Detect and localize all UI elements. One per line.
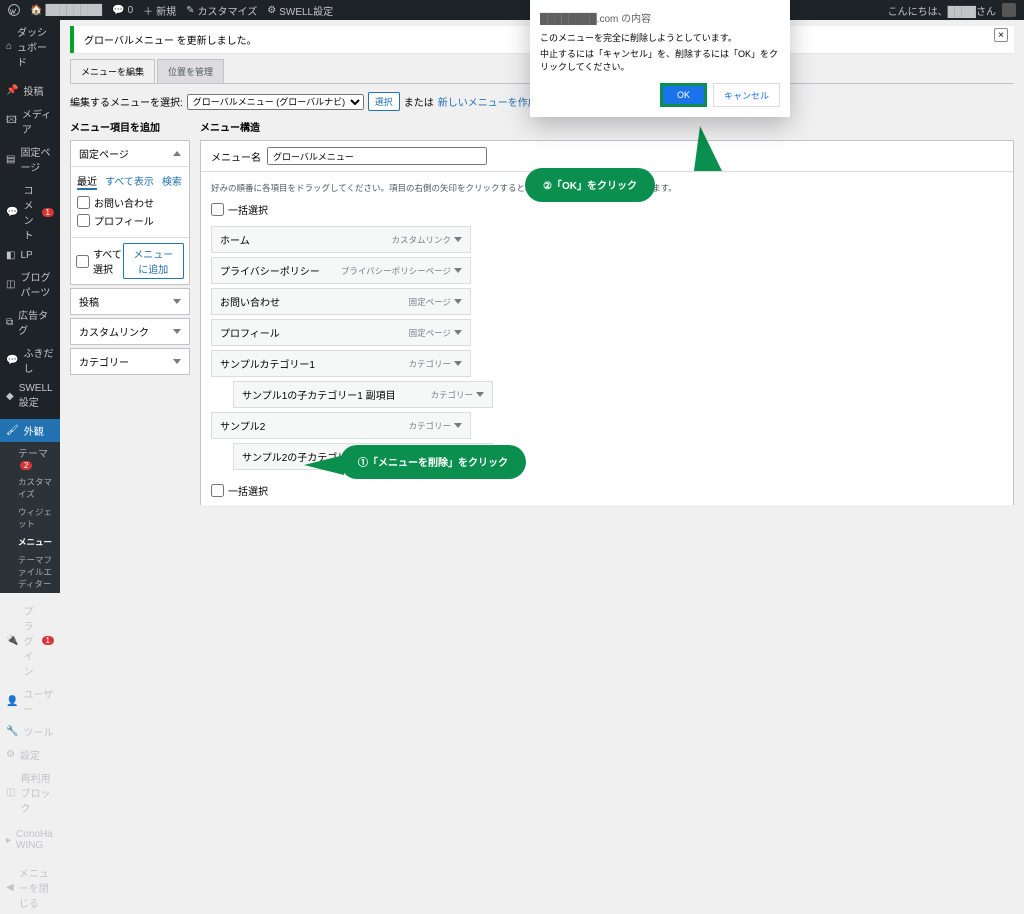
comments-bubble[interactable]: 💬 0: [112, 5, 133, 16]
accordion-pages: 固定ページ 最近 すべて表示 検索 お問い合わせ プロフィール すべて選択 メニ…: [70, 140, 190, 285]
sidebar-fukidashi[interactable]: 💬ふきだし: [0, 341, 60, 379]
sidebar-media[interactable]: 🖾メディア: [0, 102, 60, 140]
sidebar-lp[interactable]: ◧LP: [0, 246, 60, 265]
dashboard-icon: ⌂: [6, 41, 12, 52]
callout-step2: ②「OK」をクリック: [525, 168, 655, 202]
menu-item[interactable]: サンプル1の子カテゴリー1 副項目カテゴリー: [233, 381, 493, 408]
dialog-msg2: 中止するには「キャンセル」を、削除するには「OK」をクリックしてください。: [540, 47, 780, 73]
menu-name-input[interactable]: [267, 147, 487, 165]
customize-link[interactable]: ✎ カスタマイズ: [186, 3, 257, 18]
tab-search[interactable]: 検索: [162, 173, 182, 190]
wing-icon: ▸: [6, 835, 11, 846]
sidebar-adtag[interactable]: ⧉広告タグ: [0, 303, 60, 341]
menu-item[interactable]: サンプルカテゴリー1カテゴリー: [211, 350, 471, 377]
media-icon: 🖾: [6, 113, 17, 130]
sidebar-sub-customize[interactable]: カスタマイズ: [0, 473, 60, 503]
sidebar-conoha[interactable]: ▸ConoHa WING: [0, 825, 60, 855]
plugin-icon: 🔌: [6, 635, 18, 646]
sidebar-pages[interactable]: ▤固定ページ: [0, 140, 60, 178]
select-menu-label: 編集するメニューを選択:: [70, 94, 183, 109]
user-icon: 👤: [6, 696, 18, 707]
accordion-pages-header[interactable]: 固定ページ: [71, 141, 189, 167]
parts-icon: ◫: [6, 279, 15, 290]
structure-heading: メニュー構造: [200, 119, 1014, 134]
sidebar-users[interactable]: 👤ユーザー: [0, 682, 60, 720]
select-all[interactable]: すべて選択: [76, 246, 123, 276]
admin-toolbar: 🏠 ████████ 💬 0 ＋ 新規 ✎ カスタマイズ ⚙ SWELL設定 こ…: [0, 0, 1024, 20]
dialog-cancel-button[interactable]: キャンセル: [713, 83, 780, 107]
menu-item[interactable]: お問い合わせ固定ページ: [211, 288, 471, 315]
chevron-down-icon: [173, 299, 181, 304]
bulk-select-bottom[interactable]: 一括選択: [211, 483, 1003, 498]
chevron-down-icon: [173, 359, 181, 364]
accordion-custom-link[interactable]: カスタムリンク: [71, 319, 189, 344]
wp-logo[interactable]: [8, 4, 20, 16]
confirm-dialog: ████████.com の内容 このメニューを完全に削除しようとしています。 …: [530, 0, 790, 117]
accordion-category[interactable]: カテゴリー: [71, 349, 189, 374]
dismiss-notice[interactable]: ×: [994, 28, 1008, 42]
sidebar-settings[interactable]: ⚙設定: [0, 743, 60, 766]
sidebar-comments[interactable]: 💬コメント1: [0, 178, 60, 246]
page-icon: ▤: [6, 154, 15, 165]
sidebar-sub-menu[interactable]: メニュー: [0, 533, 60, 551]
menu-select[interactable]: グローバルメニュー (グローバルナビ): [187, 94, 364, 110]
sidebar-appearance[interactable]: 🖌外観: [0, 419, 60, 442]
menu-item[interactable]: ホームカスタムリンク: [211, 226, 471, 253]
sidebar-sub-widget[interactable]: ウィジェット: [0, 503, 60, 533]
brush-icon: 🖌: [6, 425, 19, 436]
gear-icon: ⚙: [6, 749, 15, 760]
tool-icon: 🔧: [6, 726, 18, 737]
tab-edit-menu[interactable]: メニューを編集: [70, 59, 155, 83]
callout-step1: ①「メニューを削除」をクリック: [340, 445, 526, 479]
block-icon: ◫: [6, 787, 15, 798]
sidebar-blogparts[interactable]: ◫ブログパーツ: [0, 265, 60, 303]
select-button[interactable]: 選択: [368, 92, 400, 111]
menu-name-label: メニュー名: [211, 149, 261, 164]
tab-recent[interactable]: 最近: [77, 173, 97, 190]
avatar[interactable]: [1002, 3, 1016, 17]
sidebar-sub-editor[interactable]: テーマファイルエディター: [0, 551, 60, 593]
swell-link[interactable]: ⚙ SWELL設定: [267, 3, 333, 18]
tab-all[interactable]: すべて表示: [105, 173, 154, 190]
collapse-icon: ◀: [6, 882, 14, 893]
ad-icon: ⧉: [6, 317, 13, 328]
sidebar-reuse[interactable]: ◫再利用ブロック: [0, 766, 60, 819]
admin-sidebar: ⌂ダッシュボード 📌投稿 🖾メディア ▤固定ページ 💬コメント1 ◧LP ◫ブロ…: [0, 20, 60, 505]
bubble-icon: 💬: [6, 355, 18, 366]
sidebar-swell[interactable]: ◆SWELL設定: [0, 379, 60, 413]
chevron-up-icon: [173, 151, 181, 156]
new-content[interactable]: ＋ 新規: [143, 3, 176, 18]
dialog-title: ████████.com の内容: [540, 10, 780, 25]
tab-manage-locations[interactable]: 位置を管理: [157, 59, 224, 83]
comment-icon: 💬: [6, 207, 18, 218]
dialog-msg1: このメニューを完全に削除しようとしています。: [540, 31, 780, 44]
menu-item[interactable]: プライバシーポリシープライバシーポリシーページ: [211, 257, 471, 284]
sidebar-plugins[interactable]: 🔌プラグイン1: [0, 599, 60, 682]
site-name[interactable]: 🏠 ████████: [30, 5, 102, 16]
page-item-profile[interactable]: プロフィール: [77, 213, 183, 228]
page-item-contact[interactable]: お問い合わせ: [77, 195, 183, 210]
greeting: こんにちは、████さん: [888, 3, 996, 18]
add-to-menu-button[interactable]: メニューに追加: [123, 243, 184, 279]
sidebar-posts[interactable]: 📌投稿: [0, 79, 60, 102]
chevron-down-icon: [173, 329, 181, 334]
bulk-select-top[interactable]: 一括選択: [211, 202, 1003, 217]
lp-icon: ◧: [6, 250, 15, 261]
pin-icon: 📌: [6, 85, 18, 96]
sidebar-tools[interactable]: 🔧ツール: [0, 720, 60, 743]
sidebar-sub-theme[interactable]: テーマ 2: [0, 442, 60, 473]
swell-icon: ◆: [6, 391, 14, 402]
add-items-heading: メニュー項目を追加: [70, 119, 190, 134]
sidebar-collapse[interactable]: ◀メニューを閉じる: [0, 861, 60, 914]
sidebar-dashboard[interactable]: ⌂ダッシュボード: [0, 20, 60, 73]
menu-item[interactable]: プロフィール固定ページ: [211, 319, 471, 346]
menu-item[interactable]: サンプル2カテゴリー: [211, 412, 471, 439]
dialog-ok-button[interactable]: OK: [660, 83, 707, 107]
accordion-posts[interactable]: 投稿: [71, 289, 189, 314]
